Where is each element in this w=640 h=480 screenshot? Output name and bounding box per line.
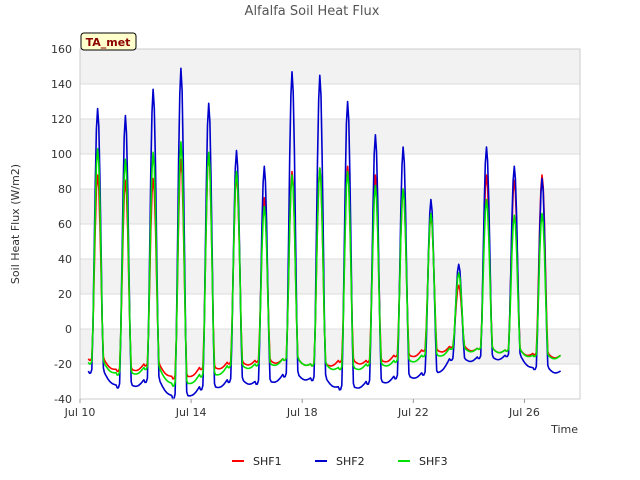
x-tick-label: Jul 22 — [397, 406, 429, 419]
y-tick-label: 40 — [58, 253, 72, 266]
plot-band — [80, 259, 580, 294]
y-tick-label: -20 — [54, 358, 72, 371]
x-axis-label: Time — [550, 423, 578, 436]
y-tick-label: -40 — [54, 393, 72, 406]
chart-title: Alfalfa Soil Heat Flux — [245, 4, 380, 19]
site-badge: TA_met — [80, 32, 137, 51]
x-tick-label: Jul 18 — [286, 406, 318, 419]
legend-label-shf3: SHF3 — [419, 455, 448, 468]
chart: Alfalfa Soil Heat Flux -40 -20 0 20 40 60 80 10… — [9, 4, 581, 468]
y-tick-label: 140 — [51, 78, 72, 91]
y-axis-ticks: -40 -20 0 20 40 60 80 100 120 140 160 — [51, 43, 72, 406]
y-tick-label: 20 — [58, 288, 72, 301]
y-tick-label: 60 — [58, 218, 72, 231]
legend: SHF1 SHF2 SHF3 — [232, 455, 448, 468]
site-badge-text: TA_met — [86, 36, 131, 49]
y-axis-label: Soil Heat Flux (W/m2) — [9, 164, 22, 284]
plot-band — [80, 329, 580, 364]
y-tick-label: 0 — [65, 323, 72, 336]
plot-band — [80, 49, 580, 84]
x-tick-label: Jul 10 — [64, 406, 96, 419]
y-tick-label: 100 — [51, 148, 72, 161]
y-tick-label: 120 — [51, 113, 72, 126]
x-axis-ticks: Jul 10 Jul 14 Jul 18 Jul 22 Jul 26 — [64, 399, 540, 419]
x-tick-label: Jul 26 — [508, 406, 540, 419]
y-tick-label: 80 — [58, 183, 72, 196]
plot-band — [80, 364, 580, 399]
legend-label-shf1: SHF1 — [253, 455, 282, 468]
plot-band — [80, 294, 580, 329]
legend-label-shf2: SHF2 — [336, 455, 365, 468]
y-tick-label: 160 — [51, 43, 72, 56]
x-tick-label: Jul 14 — [175, 406, 207, 419]
